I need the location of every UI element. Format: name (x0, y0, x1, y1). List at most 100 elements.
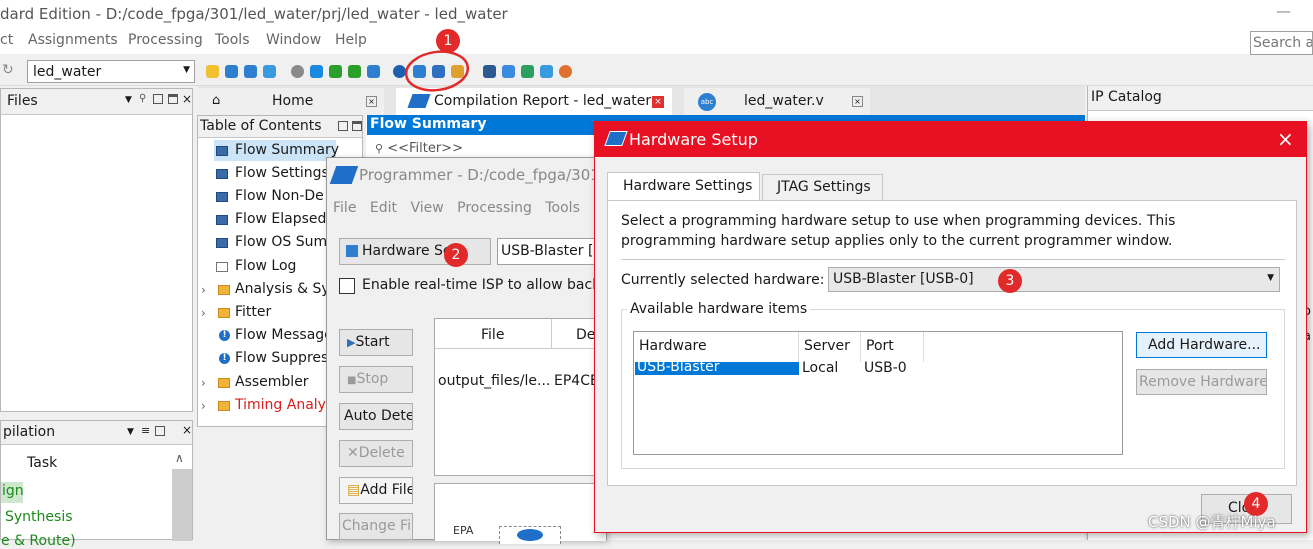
file-cell[interactable]: output_files/le... (438, 373, 550, 389)
delete-button[interactable]: ✕Delete (339, 440, 413, 467)
column-divider (798, 332, 799, 362)
close-icon[interactable]: × (852, 96, 863, 107)
menu-tools[interactable]: Tools (215, 32, 250, 48)
float-panel-icon[interactable] (168, 94, 178, 104)
programmer-menu: File Edit View Processing Tools (333, 200, 580, 216)
server-cell[interactable]: Local (802, 360, 838, 376)
menu-edit[interactable]: Edit (370, 200, 397, 216)
folder-icon (218, 308, 230, 318)
hardware-setup-button[interactable]: Hardware Se... (339, 238, 491, 265)
home-icon: ⌂ (212, 93, 221, 108)
toc-item[interactable]: Flow Elapsed (216, 211, 326, 227)
remove-hardware-button[interactable]: Remove Hardware (1136, 369, 1267, 395)
tab-home[interactable]: ⌂ Home × (198, 88, 384, 116)
auto-detect-button[interactable]: Auto Dete (339, 403, 413, 430)
menu-processing[interactable]: Processing (128, 32, 203, 48)
selected-hardware-combo[interactable]: USB-Blaster [USB-0] ▼ (828, 267, 1280, 292)
tab-hardware-settings[interactable]: Hardware Settings (607, 172, 760, 201)
annotation-badge-3: 3 (998, 269, 1022, 293)
column-divider (923, 332, 924, 362)
toc-item[interactable]: Fitter (235, 304, 271, 320)
files-panel: Files ▼ ⚲ × (0, 88, 193, 412)
port-cell[interactable]: USB-0 (864, 360, 907, 376)
project-combo[interactable]: led_water ▼ (27, 60, 195, 83)
tcl-icon[interactable] (559, 65, 572, 78)
elaborate-icon[interactable] (263, 65, 276, 78)
pin-icon[interactable] (483, 65, 496, 78)
stop-button[interactable]: ■Stop (339, 366, 413, 393)
device-cell[interactable]: EP4CE (554, 373, 599, 389)
start-analysis-icon[interactable] (329, 65, 342, 78)
float-panel-icon[interactable] (352, 121, 362, 131)
chevron-right-icon[interactable]: › (201, 376, 206, 390)
search-icon[interactable]: ⚲ (139, 93, 146, 104)
tab-verilog[interactable]: abc led_water.v × (684, 88, 870, 116)
table-icon (216, 192, 228, 202)
close-icon[interactable]: × (182, 423, 192, 437)
chevron-right-icon[interactable]: › (201, 399, 206, 413)
fitter-icon[interactable] (348, 65, 361, 78)
chevron-right-icon[interactable]: › (201, 306, 206, 320)
pin-panel-icon[interactable] (155, 426, 165, 436)
network-icon[interactable] (502, 65, 515, 78)
pencil-icon[interactable] (206, 65, 219, 78)
scrollbar[interactable] (172, 469, 192, 541)
close-icon[interactable]: × (1277, 127, 1294, 151)
search-input[interactable]: Search al (1250, 31, 1313, 55)
toc-item[interactable]: Analysis & Syn (235, 281, 339, 297)
menu-window[interactable]: Window (266, 32, 321, 48)
watermark: CSDN @青柠Miya (1148, 513, 1276, 531)
menu-icon[interactable]: ≡ (141, 424, 150, 437)
pin-panel-icon[interactable] (153, 94, 163, 104)
task-item[interactable]: ign (1, 482, 24, 503)
toc-item[interactable]: Flow OS Sum (216, 234, 327, 250)
add-hardware-button[interactable]: Add Hardware... (1136, 332, 1267, 358)
synthesis-icon[interactable] (244, 65, 257, 78)
isp-checkbox[interactable] (339, 278, 355, 294)
design-icon[interactable] (521, 65, 534, 78)
scroll-up-icon[interactable]: ∧ (175, 451, 184, 465)
chevron-down-icon[interactable]: ▼ (127, 427, 134, 437)
minimize-icon[interactable]: — (1276, 2, 1291, 20)
annotation-badge-1: 1 (436, 29, 460, 53)
toc-item[interactable]: Flow Suppres (235, 350, 328, 366)
start-compile-icon[interactable] (310, 65, 323, 78)
menu-view[interactable]: View (410, 200, 443, 216)
hardware-cell[interactable]: USB-Blaster (637, 359, 720, 375)
assembler-icon[interactable] (367, 65, 380, 78)
compilation-panel-title: pilation (3, 424, 56, 440)
toc-item[interactable]: Flow Message (235, 327, 333, 343)
menu-project[interactable]: ct (0, 32, 13, 48)
task-item[interactable]: e & Route) (1, 533, 76, 549)
close-icon[interactable]: × (182, 92, 192, 106)
hardware-table: Hardware Server Port USB-Blaster Local U… (633, 331, 1123, 455)
refresh-icon[interactable]: ↻ (2, 62, 14, 78)
change-file-button[interactable]: Change Fil (339, 513, 413, 540)
menu-tools[interactable]: Tools (545, 200, 580, 216)
tab-jtag-settings[interactable]: JTAG Settings (762, 174, 883, 200)
start-button[interactable]: ▶Start (339, 329, 413, 356)
analyze-icon[interactable] (225, 65, 238, 78)
toc-item[interactable]: Flow Settings (216, 165, 329, 181)
annotation-ellipse (404, 50, 470, 92)
menu-help[interactable]: Help (335, 32, 367, 48)
add-file-button[interactable]: ▤Add File. (339, 477, 413, 504)
pin-panel-icon[interactable] (338, 121, 348, 131)
toc-item[interactable]: Timing Analyz (235, 397, 333, 413)
toc-item[interactable]: Flow Log (216, 258, 296, 274)
toc-item[interactable]: Flow Non-De (216, 188, 324, 204)
menu-assignments[interactable]: Assignments (28, 32, 118, 48)
toc-item[interactable]: Assembler (235, 374, 309, 390)
chevron-right-icon[interactable]: › (201, 283, 206, 297)
probe-icon[interactable] (540, 65, 553, 78)
editor-tab-bar: ⌂ Home × Compilation Report - led_water … (198, 86, 1085, 116)
chevron-down-icon[interactable]: ▼ (125, 95, 132, 105)
menu-file[interactable]: File (333, 200, 356, 216)
toc-item[interactable]: Flow Summary (216, 142, 339, 158)
close-icon[interactable]: × (652, 96, 664, 108)
task-item[interactable]: Synthesis (5, 509, 73, 525)
close-icon[interactable]: × (366, 96, 377, 107)
stop-compile-icon[interactable] (291, 65, 304, 78)
tab-home-label: Home (272, 93, 314, 109)
menu-processing[interactable]: Processing (457, 200, 532, 216)
